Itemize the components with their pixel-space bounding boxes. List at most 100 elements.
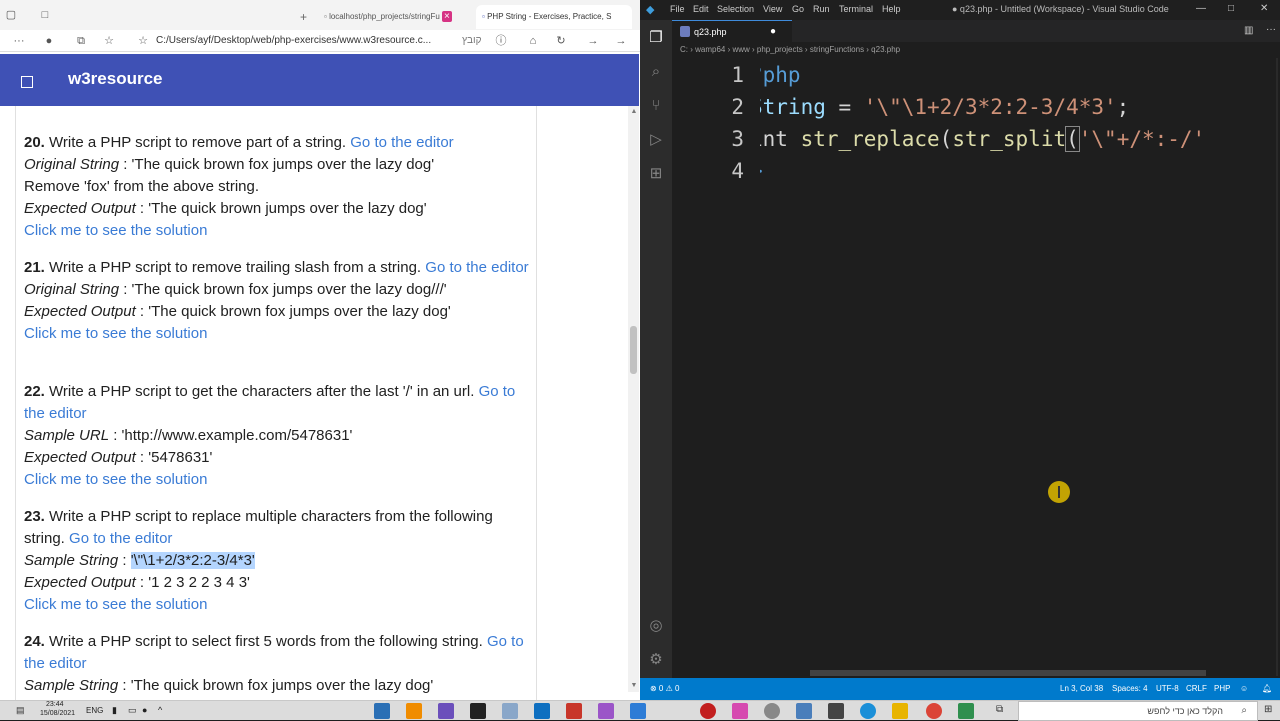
page-scrollbar[interactable]: ▲ ▼ xyxy=(628,106,639,692)
extensions-icon[interactable]: ⊞ xyxy=(646,164,666,184)
app-icon-8[interactable] xyxy=(598,703,614,719)
app-icon-12[interactable] xyxy=(764,703,780,719)
language-indicator[interactable]: ENG xyxy=(86,706,103,715)
site-name[interactable]: w3resource xyxy=(68,69,163,89)
solution-link[interactable]: Click me to see the solution xyxy=(24,469,529,491)
line-value: : 'The quick brown fox jumps over the la… xyxy=(122,677,434,694)
split-editor-icon[interactable]: ▥ xyxy=(1244,25,1253,36)
app-icon-1[interactable] xyxy=(374,703,390,719)
solution-link[interactable]: Click me to see the solution xyxy=(24,594,529,616)
vscode-taskbar-icon[interactable] xyxy=(534,703,550,719)
line-number: 4 xyxy=(731,159,744,183)
menu-help[interactable]: Help xyxy=(882,4,901,14)
menu-file[interactable]: File xyxy=(670,4,685,14)
clock-time[interactable]: 23:44 xyxy=(46,701,64,708)
app-icon-11[interactable] xyxy=(732,703,748,719)
new-tab-icon[interactable]: + xyxy=(300,10,307,24)
more-actions-icon[interactable]: ··· xyxy=(1266,24,1276,35)
tab-actions-icon[interactable]: □ xyxy=(36,6,54,24)
scroll-thumb[interactable] xyxy=(630,326,637,374)
taskbar-search[interactable]: הקלד כאן כדי לחפש ⌕ xyxy=(1018,701,1258,721)
explorer-icon[interactable]: ❐ xyxy=(646,28,666,48)
solution-link[interactable]: Click me to see the solution xyxy=(24,220,529,242)
minimize-icon[interactable]: — xyxy=(1196,3,1206,14)
menu-edit[interactable]: Edit xyxy=(693,4,709,14)
profile-icon[interactable]: ● xyxy=(40,32,58,50)
network-icon[interactable]: ▭ xyxy=(128,705,137,716)
more-icon[interactable]: ··· xyxy=(10,32,28,50)
browser-menu-icon[interactable]: ▢ xyxy=(2,6,20,24)
app-icon-9[interactable] xyxy=(630,703,646,719)
task-view-icon[interactable]: ⧉ xyxy=(996,704,1003,715)
line-value: : 'The quick brown jumps over the lazy d… xyxy=(139,200,427,217)
maximize-icon[interactable]: □ xyxy=(1228,3,1234,14)
menu-view[interactable]: View xyxy=(763,4,782,14)
breadcrumb[interactable]: C: › wamp64 › www › php_projects › strin… xyxy=(680,45,900,54)
close-icon[interactable]: ✕ xyxy=(1260,3,1268,14)
home-icon[interactable]: ⌂ xyxy=(524,32,542,50)
indentation[interactable]: Spaces: 4 xyxy=(1112,684,1148,693)
app-icon-13[interactable] xyxy=(796,703,812,719)
menu-terminal[interactable]: Terminal xyxy=(839,4,873,14)
close-icon[interactable]: × xyxy=(442,11,452,22)
file-explorer-icon[interactable] xyxy=(892,703,908,719)
exercise-line: Expected Output : 'The quick brown jumps… xyxy=(24,198,529,220)
notifications-center-icon[interactable]: ▤ xyxy=(16,705,25,716)
vlc-icon[interactable] xyxy=(406,703,422,719)
run-debug-icon[interactable]: ▷ xyxy=(646,130,666,150)
back-icon[interactable]: → xyxy=(584,32,602,50)
scroll-down-icon[interactable]: ▼ xyxy=(630,682,638,690)
minimap[interactable] xyxy=(1276,58,1278,676)
feedback-icon[interactable]: ☺ xyxy=(1240,684,1248,693)
powerpoint-icon[interactable] xyxy=(566,703,582,719)
language-mode[interactable]: PHP xyxy=(1214,684,1230,693)
app-icon-10[interactable] xyxy=(700,703,716,719)
exercise-24: 24. Write a PHP script to select first 5… xyxy=(24,631,529,697)
editor-link[interactable]: Go to the editor xyxy=(350,134,453,151)
clock-date[interactable]: 15/08/2021 xyxy=(40,710,75,717)
menu-icon[interactable] xyxy=(21,76,33,88)
favorite-star-icon[interactable]: ☆ xyxy=(134,32,152,50)
selected-sample-string[interactable]: '\"\1+2/3*2:2-3/4*3' xyxy=(130,552,255,569)
app-icon-3[interactable] xyxy=(438,703,454,719)
settings-gear-icon[interactable]: ⚙ xyxy=(646,650,666,670)
solution-link[interactable]: Click me to see the solution xyxy=(24,323,529,345)
notifications-icon[interactable]: 🔔︎ xyxy=(1262,684,1272,693)
menu-go[interactable]: Go xyxy=(792,4,804,14)
app-icon-4[interactable] xyxy=(470,703,486,719)
cursor-position[interactable]: Ln 3, Col 38 xyxy=(1060,684,1103,693)
exercise-number: 20. xyxy=(24,134,45,151)
menu-selection[interactable]: Selection xyxy=(717,4,754,14)
editor-link[interactable]: Go to the editor xyxy=(425,259,528,276)
app-icon-5[interactable] xyxy=(502,703,518,719)
unsaved-dot-icon[interactable]: ● xyxy=(770,26,776,37)
refresh-icon[interactable]: ↻ xyxy=(552,32,570,50)
account-icon[interactable]: ◎ xyxy=(646,616,666,636)
horizontal-scrollbar[interactable] xyxy=(810,670,1206,676)
start-icon[interactable]: ⊞ xyxy=(1264,704,1272,715)
tab-q23-php[interactable]: q23.php ● xyxy=(672,20,792,42)
end-of-line[interactable]: CRLF xyxy=(1186,684,1207,693)
source-control-icon[interactable]: ⑂ xyxy=(646,96,666,116)
info-icon[interactable]: ⓘ xyxy=(492,32,510,50)
scroll-up-icon[interactable]: ▲ xyxy=(630,108,638,116)
collections-icon[interactable]: ⧉ xyxy=(72,32,90,50)
edge-icon[interactable] xyxy=(860,703,876,719)
line-number: 1 xyxy=(731,63,744,87)
browser-tab-localhost[interactable]: ▫ localhost/php_projects/stringFu × xyxy=(318,5,468,29)
favorites-icon[interactable]: ☆ xyxy=(100,32,118,50)
chrome-icon[interactable] xyxy=(926,703,942,719)
browser-tab-w3resource[interactable]: ▫ PHP String - Exercises, Practice, S xyxy=(476,5,632,29)
show-hidden-icons[interactable]: ^ xyxy=(158,705,162,715)
app-icon-18[interactable] xyxy=(958,703,974,719)
encoding[interactable]: UTF-8 xyxy=(1156,684,1179,693)
editor-link[interactable]: Go to the editor xyxy=(69,530,172,547)
code-editor[interactable]: ?php String = '\"\1+2/3*2:2-3/4*3'; int … xyxy=(672,58,1280,676)
forward-icon[interactable]: → xyxy=(612,32,630,50)
microphone-icon[interactable]: ● xyxy=(142,705,147,715)
menu-run[interactable]: Run xyxy=(813,4,830,14)
app-icon-14[interactable] xyxy=(828,703,844,719)
problems-indicator[interactable]: ⊗ 0 ⚠ 0 xyxy=(650,684,679,693)
address-bar[interactable]: C:/Users/ayf/Desktop/web/php-exercises/w… xyxy=(156,32,486,50)
search-icon[interactable]: ⌕ xyxy=(646,62,666,82)
